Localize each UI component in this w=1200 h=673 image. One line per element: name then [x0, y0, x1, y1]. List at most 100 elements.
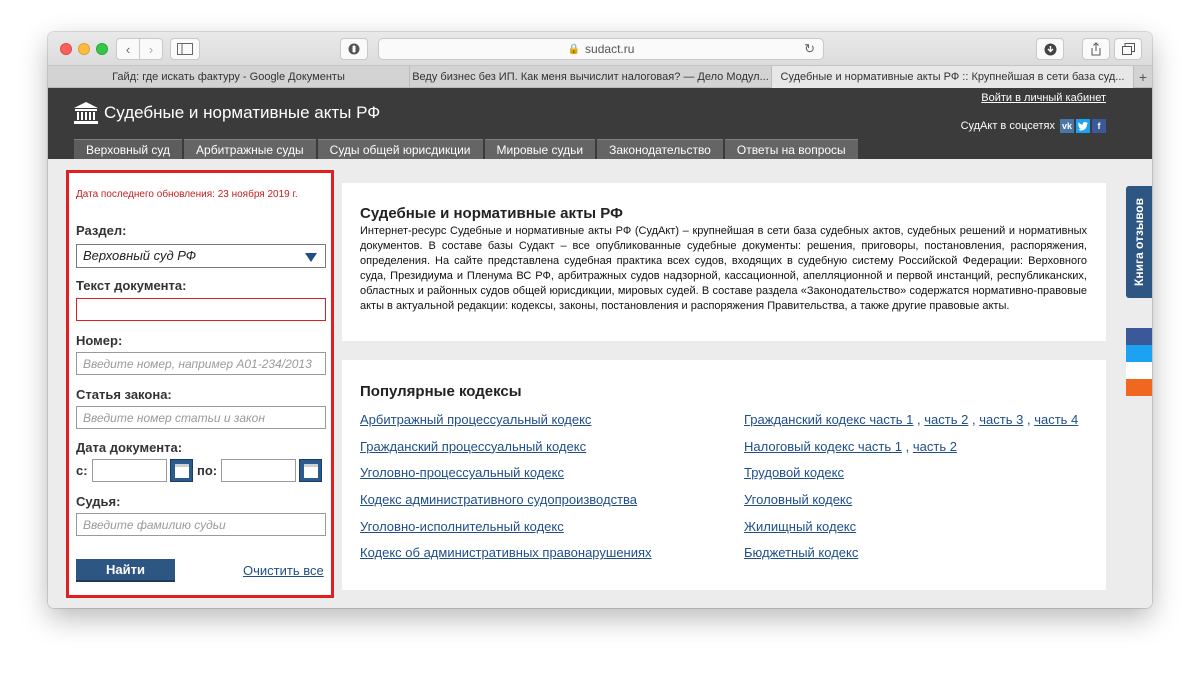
- address-bar[interactable]: 🔒 sudact.ru ↻: [378, 38, 824, 60]
- social-label: СудАкт в соцсетях: [960, 120, 1055, 132]
- dropdown-arrow-icon: [305, 253, 317, 262]
- share-blank-icon[interactable]: [1126, 362, 1152, 379]
- separator: ,: [905, 438, 910, 454]
- courthouse-icon: [74, 102, 98, 124]
- browser-window: ‹ › 🔒 sudact.ru ↻ Гайд: где искать факту…: [48, 32, 1152, 608]
- budget-code-link[interactable]: Бюджетный кодекс: [744, 545, 858, 560]
- search-panel: Дата последнего обновления: 23 ноября 20…: [66, 170, 334, 598]
- article-input[interactable]: Введите номер статьи и закон: [76, 406, 326, 429]
- nav-item-magistrates[interactable]: Мировые судьи: [484, 139, 596, 159]
- zoom-window-button[interactable]: [96, 43, 108, 55]
- judge-input[interactable]: Введите фамилию судьи: [76, 513, 326, 536]
- date-from-label: с:: [76, 463, 88, 478]
- new-tab-button[interactable]: +: [1134, 66, 1152, 87]
- site-logo[interactable]: Судебные и нормативные акты РФ: [74, 102, 380, 124]
- date-from-input[interactable]: [92, 459, 167, 482]
- tabs-icon: [1121, 43, 1135, 55]
- document-text-label: Текст документа:: [76, 278, 187, 293]
- vk-icon[interactable]: vk: [1060, 119, 1074, 133]
- judge-label: Судья:: [76, 494, 121, 509]
- section-select-value: Верховный суд РФ: [83, 248, 197, 263]
- twitter-share-icon[interactable]: [1126, 345, 1152, 362]
- number-input[interactable]: Введите номер, например А01-234/2013: [76, 352, 326, 375]
- social-links: СудАкт в соцсетях vk f: [961, 119, 1106, 133]
- tax-code-link[interactable]: Налоговый кодекс часть 1: [744, 439, 902, 454]
- code-link[interactable]: Гражданский процессуальный кодекс: [360, 439, 586, 454]
- date-to-input[interactable]: [221, 459, 296, 482]
- chevron-left-icon: ‹: [125, 41, 131, 57]
- tab-overview-button[interactable]: [1114, 38, 1142, 60]
- close-window-button[interactable]: [60, 43, 72, 55]
- site-header: Судебные и нормативные акты РФ Войти в л…: [48, 88, 1152, 139]
- shield-icon: [348, 43, 360, 55]
- minimize-window-button[interactable]: [78, 43, 90, 55]
- codes-left-column: Арбитражный процессуальный кодекс Гражда…: [360, 412, 652, 572]
- site-content: Судебные и нормативные акты РФ Войти в л…: [48, 88, 1152, 608]
- document-text-input[interactable]: [76, 298, 326, 321]
- nav-item-supreme-court[interactable]: Верховный суд: [74, 139, 183, 159]
- nav-item-faq[interactable]: Ответы на вопросы: [724, 139, 858, 159]
- separator: ,: [917, 412, 921, 427]
- code-link[interactable]: Кодекс административного судопроизводств…: [360, 492, 637, 507]
- code-link[interactable]: Уголовно-процессуальный кодекс: [360, 465, 564, 480]
- browser-tab-active[interactable]: Судебные и нормативные акты РФ :: Крупне…: [772, 66, 1134, 88]
- code-link[interactable]: Кодекс об административных правонарушени…: [360, 545, 652, 560]
- separator: ,: [1026, 412, 1031, 427]
- criminal-code-link[interactable]: Уголовный кодекс: [744, 492, 852, 507]
- nav-item-arbitration[interactable]: Арбитражные суды: [184, 139, 316, 159]
- about-text: Интернет-ресурс Судебные и нормативные а…: [360, 225, 1087, 312]
- section-select[interactable]: Верховный суд РФ: [76, 244, 326, 268]
- last-updated: Дата последнего обновления: 23 ноября 20…: [76, 189, 298, 200]
- address-text: sudact.ru: [585, 42, 635, 56]
- twitter-icon[interactable]: [1076, 119, 1090, 133]
- nav-item-general-courts[interactable]: Суды общей юрисдикции: [317, 139, 483, 159]
- main-nav: Верховный суд Арбитражные суды Суды обще…: [74, 139, 860, 159]
- privacy-button[interactable]: [340, 38, 368, 60]
- popular-codes-box: Популярные кодексы Арбитражный процессуа…: [342, 360, 1106, 590]
- calendar-icon: [174, 463, 189, 478]
- calendar-from-button[interactable]: [170, 459, 193, 482]
- number-label: Номер:: [76, 333, 123, 348]
- browser-toolbar: ‹ › 🔒 sudact.ru ↻: [48, 32, 1152, 66]
- download-icon: [1044, 43, 1056, 55]
- find-button[interactable]: Найти: [76, 559, 175, 582]
- nav-item-legislation[interactable]: Законодательство: [597, 139, 723, 159]
- reload-icon[interactable]: ↻: [804, 41, 815, 57]
- facebook-icon[interactable]: f: [1092, 119, 1106, 133]
- share-icon: [1091, 42, 1101, 56]
- clear-all-link[interactable]: Очистить все: [243, 563, 324, 578]
- civil-code-part4-link[interactable]: часть 4: [1034, 412, 1078, 427]
- feedback-tab[interactable]: Книга отзывов: [1126, 186, 1152, 298]
- odnoklassniki-share-icon[interactable]: [1126, 379, 1152, 396]
- civil-code-part2-link[interactable]: часть 2: [924, 412, 968, 427]
- codes-right-column: Гражданский кодекс часть 1 , часть 2 , ч…: [744, 412, 1078, 572]
- back-button[interactable]: ‹: [116, 38, 140, 60]
- forward-button[interactable]: ›: [139, 38, 163, 60]
- tax-code-part2-link[interactable]: часть 2: [913, 439, 957, 454]
- sidebar-toggle-button[interactable]: [170, 38, 200, 60]
- lock-icon: 🔒: [567, 43, 581, 55]
- browser-tabs: Гайд: где искать фактуру - Google Докуме…: [48, 66, 1152, 88]
- browser-tab[interactable]: Веду бизнес без ИП. Как меня вычислит на…: [410, 66, 772, 88]
- about-box: Судебные и нормативные акты РФ Интернет-…: [342, 183, 1106, 341]
- sidebar-icon: [177, 43, 193, 55]
- housing-code-link[interactable]: Жилищный кодекс: [744, 519, 856, 534]
- browser-tab[interactable]: Гайд: где искать фактуру - Google Докуме…: [48, 66, 410, 88]
- date-label: Дата документа:: [76, 440, 183, 455]
- feedback-label: Книга отзывов: [1132, 197, 1147, 287]
- labor-code-link[interactable]: Трудовой кодекс: [744, 465, 844, 480]
- about-title: Судебные и нормативные акты РФ: [360, 205, 623, 222]
- article-label: Статья закона:: [76, 387, 172, 402]
- civil-code-part3-link[interactable]: часть 3: [979, 412, 1023, 427]
- site-title: Судебные и нормативные акты РФ: [104, 103, 381, 122]
- facebook-share-icon[interactable]: [1126, 328, 1152, 345]
- date-to-label: по:: [197, 463, 218, 478]
- share-button[interactable]: [1082, 38, 1110, 60]
- calendar-to-button[interactable]: [299, 459, 322, 482]
- section-label: Раздел:: [76, 223, 127, 238]
- code-link[interactable]: Уголовно-исполнительный кодекс: [360, 519, 564, 534]
- civil-code-link[interactable]: Гражданский кодекс часть 1: [744, 412, 913, 427]
- downloads-button[interactable]: [1036, 38, 1064, 60]
- login-link[interactable]: Войти в личный кабинет: [981, 92, 1106, 104]
- code-link[interactable]: Арбитражный процессуальный кодекс: [360, 412, 591, 427]
